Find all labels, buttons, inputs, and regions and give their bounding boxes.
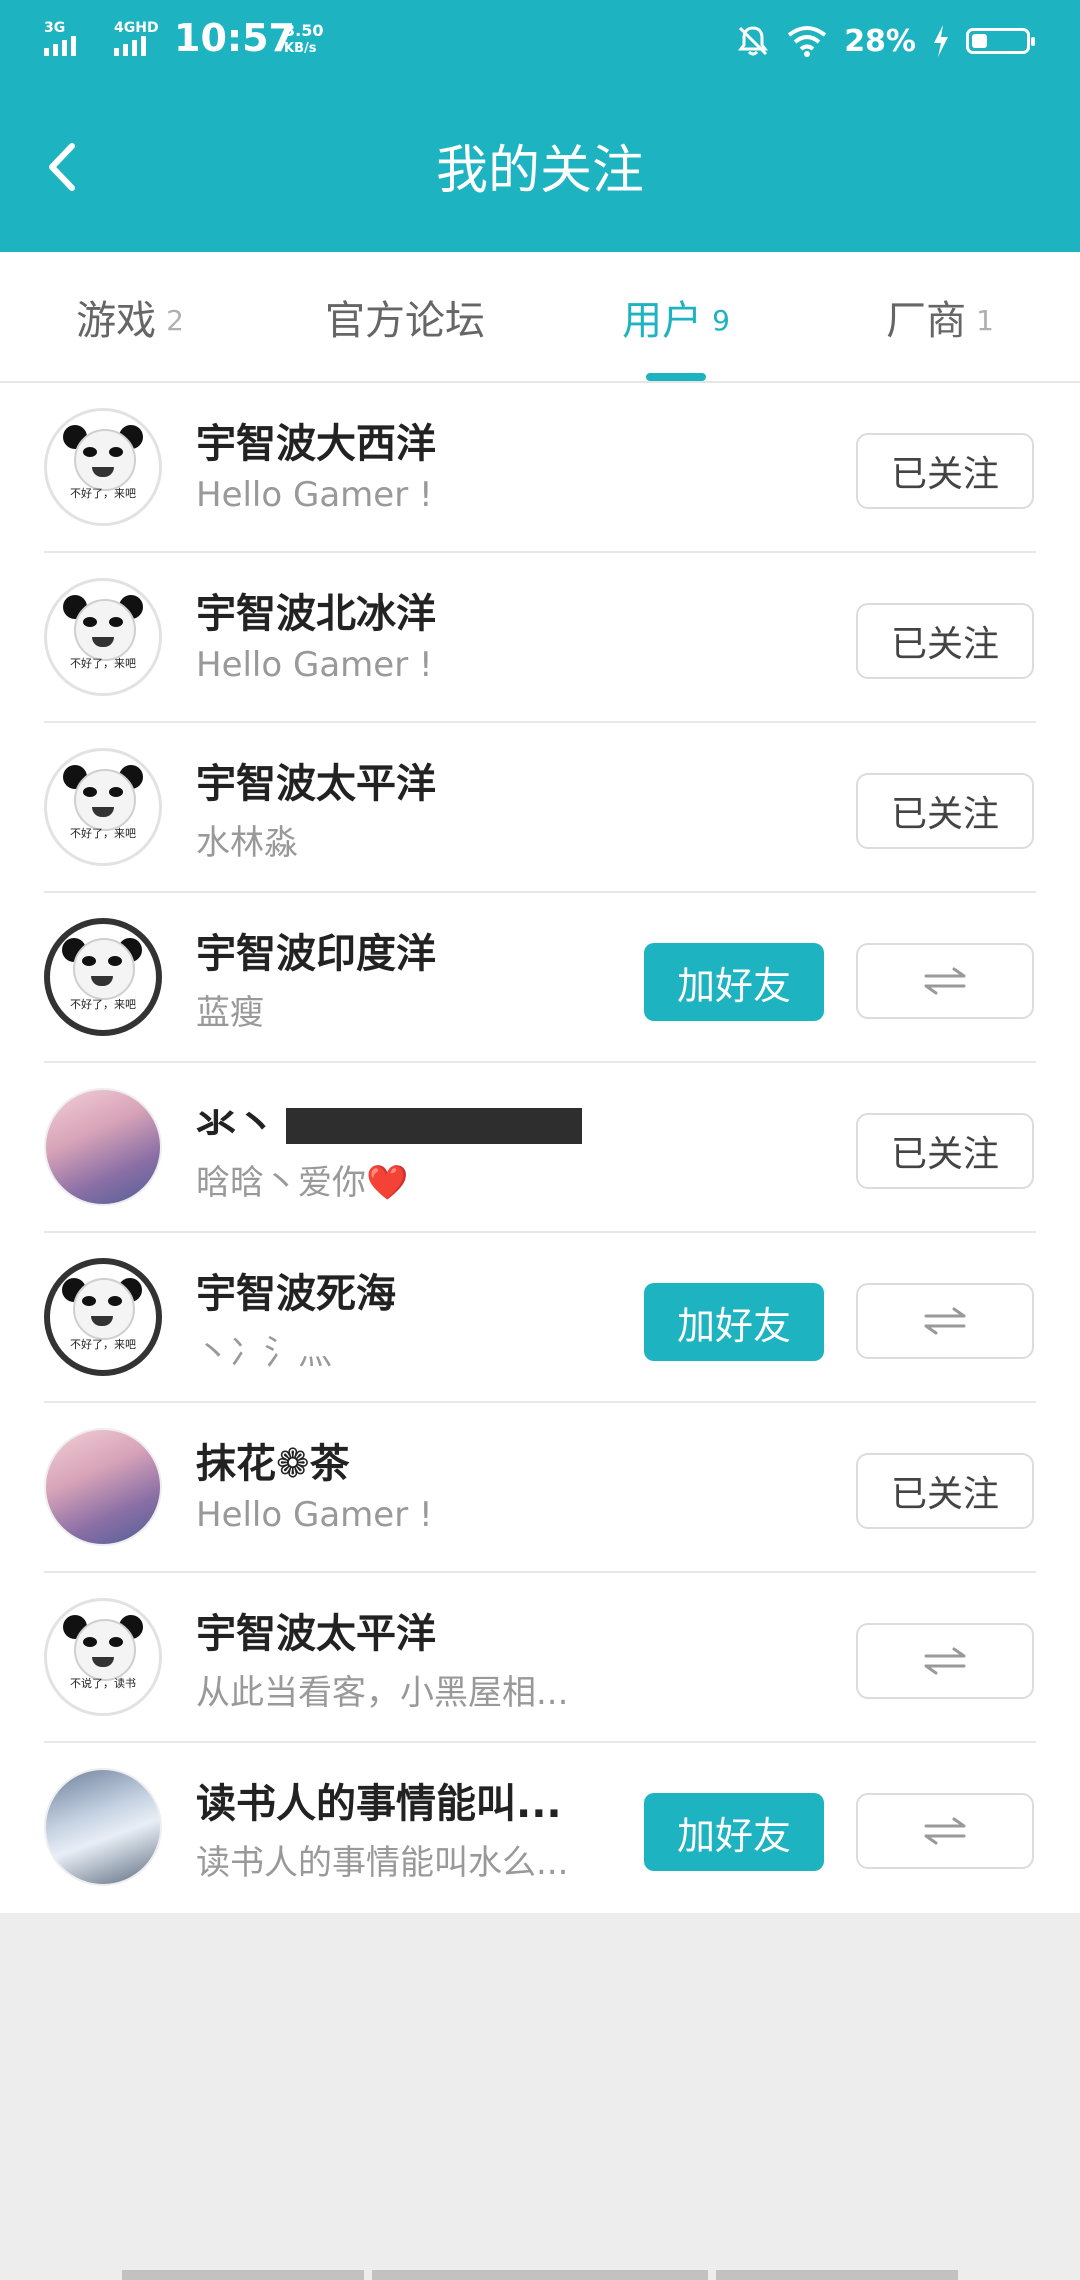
net-speed-unit: KB/s — [284, 41, 317, 56]
nav-bar: 我的关注 — [0, 84, 1080, 252]
user-name: 宇智波大西洋 — [196, 421, 436, 467]
tab-vendors[interactable]: 厂商 1 — [830, 252, 1050, 381]
user-signature: 读书人的事情能叫水么... — [196, 1843, 569, 1883]
list-item[interactable]: 不好了，来吧 宇智波大西洋 Hello Gamer ! 已关注 — [0, 383, 1080, 553]
avatar-caption: 不好了，来吧 — [70, 657, 136, 670]
followed-button[interactable]: 已关注 — [856, 1113, 1034, 1189]
user-name: 宇智波印度洋 — [196, 931, 436, 977]
net-speed: 3.50 KB/s — [284, 22, 323, 58]
signal-bars-icon — [44, 34, 76, 56]
battery-icon — [966, 28, 1035, 54]
mutual-follow-button[interactable] — [856, 1793, 1034, 1869]
avatar[interactable] — [44, 1428, 162, 1546]
tab-games[interactable]: 游戏 2 — [20, 252, 240, 381]
followed-button[interactable]: 已关注 — [856, 603, 1034, 679]
user-signature: Hello Gamer ! — [196, 1495, 433, 1535]
user-name: 宇智波北冰洋 — [196, 591, 436, 637]
avatar[interactable] — [44, 1088, 162, 1206]
user-signature: 晗晗丶爱你❤️ — [196, 1163, 409, 1203]
bottom-indicator — [372, 2270, 708, 2280]
list-item[interactable]: 抹花❁茶 Hello Gamer ! 已关注 — [0, 1403, 1080, 1573]
tab-label: 厂商 — [886, 297, 967, 344]
avatar[interactable]: 不好了，来吧 — [44, 748, 162, 866]
mutual-follow-icon — [924, 1307, 966, 1335]
mutual-follow-button[interactable] — [856, 1283, 1034, 1359]
tab-bar: 游戏 2 官方论坛 用户 9 厂商 1 — [0, 252, 1080, 383]
tab-users[interactable]: 用户 9 — [566, 252, 786, 381]
user-name: 宇智波太平洋 — [196, 1611, 436, 1657]
status-bar: 3G 4GHD 10:57 3.50 KB/s 28% — [0, 0, 1080, 84]
mutual-follow-button[interactable] — [856, 1623, 1034, 1699]
battery-percent: 28% — [844, 23, 916, 59]
user-name: 抹花❁茶 — [196, 1441, 350, 1487]
mute-icon — [738, 26, 769, 56]
list-item[interactable]: 不好了，来吧 宇智波死海 丶冫氵灬 加好友 — [0, 1233, 1080, 1403]
bottom-indicator — [716, 2270, 958, 2280]
tab-count: 1 — [976, 304, 994, 337]
redacted-block — [286, 1108, 582, 1144]
avatar[interactable]: 不好了，来吧 — [44, 408, 162, 526]
app-header: 3G 4GHD 10:57 3.50 KB/s 28% 我的关注 — [0, 0, 1080, 252]
user-signature: Hello Gamer ! — [196, 475, 433, 515]
mutual-follow-icon — [924, 1647, 966, 1675]
tab-official-forum[interactable]: 官方论坛 — [280, 252, 530, 381]
active-tab-indicator — [646, 373, 706, 381]
signal-bars-icon — [114, 34, 146, 56]
user-signature: 丶冫氵灬 — [196, 1333, 332, 1373]
list-item[interactable]: 氺丶 晗晗丶爱你❤️ 已关注 — [0, 1063, 1080, 1233]
mutual-follow-icon — [924, 1817, 966, 1845]
status-right: 28% — [736, 18, 1035, 64]
list-item[interactable]: 不说了，读书 宇智波太平洋 从此当看客，小黑屋相... — [0, 1573, 1080, 1743]
tab-label: 游戏 — [76, 297, 157, 344]
user-signature: 蓝瘦 — [196, 993, 264, 1033]
charging-icon — [934, 25, 948, 57]
avatar[interactable]: 不好了，来吧 — [44, 1258, 162, 1376]
mutual-follow-icon — [924, 967, 966, 995]
followed-users-list: 不好了，来吧 宇智波大西洋 Hello Gamer ! 已关注 不好了，来吧 宇… — [0, 383, 1080, 1913]
avatar[interactable] — [44, 1768, 162, 1886]
user-signature: 从此当看客，小黑屋相... — [196, 1673, 569, 1713]
list-item[interactable]: 不好了，来吧 宇智波印度洋 蓝瘦 加好友 — [0, 893, 1080, 1063]
add-friend-button[interactable]: 加好友 — [644, 1283, 824, 1361]
bottom-indicator — [122, 2270, 364, 2280]
user-signature: Hello Gamer ! — [196, 645, 433, 685]
clock: 10:57 — [174, 16, 295, 60]
avatar-caption: 不好了，来吧 — [70, 1338, 136, 1351]
tab-count: 9 — [712, 304, 730, 337]
avatar-caption: 不好了，来吧 — [70, 998, 136, 1011]
avatar-caption: 不说了，读书 — [70, 1677, 136, 1690]
page-title: 我的关注 — [435, 141, 644, 201]
list-item[interactable]: 不好了，来吧 宇智波太平洋 水林淼 已关注 — [0, 723, 1080, 893]
tab-label: 官方论坛 — [325, 297, 485, 344]
followed-button[interactable]: 已关注 — [856, 773, 1034, 849]
user-name: 宇智波死海 — [196, 1271, 396, 1317]
user-name: 读书人的事情能叫... — [196, 1781, 562, 1827]
user-name-text: 氺丶 — [196, 1101, 276, 1147]
list-item[interactable]: 不好了，来吧 宇智波北冰洋 Hello Gamer ! 已关注 — [0, 553, 1080, 723]
tab-label: 用户 — [622, 297, 703, 344]
user-name: 宇智波太平洋 — [196, 761, 436, 807]
user-signature: 水林淼 — [196, 823, 298, 863]
followed-button[interactable]: 已关注 — [856, 433, 1034, 509]
wifi-icon — [787, 26, 827, 57]
mutual-follow-button[interactable] — [856, 943, 1034, 1019]
avatar-caption: 不好了，来吧 — [70, 827, 136, 840]
add-friend-button[interactable]: 加好友 — [644, 943, 824, 1021]
tab-count: 2 — [166, 304, 184, 337]
add-friend-button[interactable]: 加好友 — [644, 1793, 824, 1871]
avatar-caption: 不好了，来吧 — [70, 487, 136, 500]
list-item[interactable]: 读书人的事情能叫... 读书人的事情能叫水么... 加好友 — [0, 1743, 1080, 1913]
avatar[interactable]: 不好了，来吧 — [44, 578, 162, 696]
user-name: 氺丶 — [196, 1091, 582, 1149]
followed-button[interactable]: 已关注 — [856, 1453, 1034, 1529]
net-speed-value: 3.50 — [284, 21, 324, 40]
avatar[interactable]: 不好了，来吧 — [44, 918, 162, 1036]
avatar[interactable]: 不说了，读书 — [44, 1598, 162, 1716]
